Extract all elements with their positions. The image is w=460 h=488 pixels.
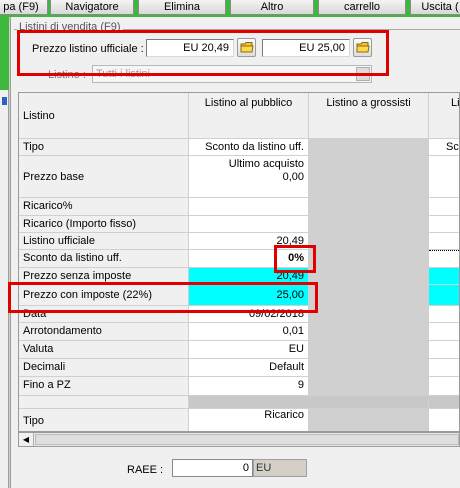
row-label-valuta: Valuta — [19, 341, 189, 359]
toolbar-button-altro[interactable]: Altro — [230, 0, 314, 15]
cell-col3[interactable] — [429, 377, 459, 396]
cell-grossisti[interactable] — [309, 341, 429, 359]
cell-grossisti[interactable] — [309, 268, 429, 285]
cell-grossisti[interactable] — [309, 216, 429, 233]
cell-grossisti[interactable] — [309, 359, 429, 377]
cell-col3[interactable] — [429, 359, 459, 377]
separator-row — [189, 396, 429, 409]
cell-grossisti[interactable] — [309, 306, 429, 323]
prezzo-base-value: 0,00 — [282, 171, 304, 183]
cell-grossisti[interactable] — [309, 285, 429, 306]
cell-grossisti[interactable] — [309, 233, 429, 250]
cell-tipo-2[interactable]: Ricarico — [189, 409, 309, 431]
cell-arrotondamento[interactable]: 0,01 — [189, 323, 309, 341]
toolbar-button-stampa[interactable]: pa (F9) — [0, 0, 48, 15]
cell-grossisti[interactable] — [309, 156, 429, 198]
toolbar-button-uscita[interactable]: Uscita ( — [410, 0, 460, 15]
row-label-arrotondamento: Arrotondamento — [19, 323, 189, 341]
cell-col3[interactable] — [429, 306, 459, 323]
cell-col3[interactable] — [429, 233, 459, 250]
cell-tipo-col3[interactable]: Scon — [429, 139, 459, 156]
cell-grossisti[interactable] — [309, 139, 429, 156]
left-panel-marker — [2, 97, 7, 105]
cell-col3[interactable] — [429, 216, 459, 233]
annotation-box-prezzo-con-imposte — [8, 282, 318, 313]
annotation-box-sconto — [274, 245, 316, 273]
cell-valuta[interactable]: EU — [189, 341, 309, 359]
cell-col3[interactable] — [429, 250, 459, 268]
cell-col3[interactable] — [429, 198, 459, 216]
row-label-fino-a-pz: Fino a PZ — [19, 377, 189, 396]
raee-field[interactable]: 0 — [172, 459, 253, 477]
cell-col3[interactable] — [429, 268, 459, 285]
row-label-sconto: Sconto da listino uff. — [19, 250, 189, 268]
row-label-tipo-2: Tipo — [19, 409, 189, 431]
grid-header-label: Listino — [19, 93, 189, 139]
prezzo-base-source: Ultimo acquisto — [228, 158, 304, 170]
separator-col3 — [429, 396, 459, 409]
scroll-left-arrow-icon[interactable]: ◀ — [19, 433, 34, 446]
toolbar-button-elimina[interactable]: Elimina — [138, 0, 226, 15]
row-label-prezzo-base: Prezzo base — [19, 156, 189, 198]
row-label-tipo: Tipo — [19, 139, 189, 156]
separator-label — [19, 396, 189, 409]
annotation-box-prezzo-listino — [17, 30, 389, 76]
cell-col3[interactable] — [429, 341, 459, 359]
toolbar-button-carrello[interactable]: carrello — [318, 0, 406, 15]
cell-prezzo-base[interactable]: Ultimo acquisto 0,00 — [189, 156, 309, 198]
cell-ricarico-fisso[interactable] — [189, 216, 309, 233]
row-label-decimali: Decimali — [19, 359, 189, 377]
price-list-grid: Listino Listino al pubblico Listino a gr… — [18, 92, 460, 432]
raee-label: RAEE : — [127, 464, 164, 476]
row-label-ricarico-fisso: Ricarico (Importo fisso) — [19, 216, 189, 233]
cell-grossisti[interactable] — [309, 250, 429, 268]
row-label-listino-ufficiale: Listino ufficiale — [19, 233, 189, 250]
cell-decimali[interactable]: Default — [189, 359, 309, 377]
row-label-ricarico-perc: Ricarico% — [19, 198, 189, 216]
cell-col3[interactable] — [429, 285, 459, 306]
cell-col3[interactable] — [429, 156, 459, 198]
cell-col3[interactable] — [429, 323, 459, 341]
cell-fino-a-pz[interactable]: 9 — [189, 377, 309, 396]
horizontal-scrollbar[interactable]: ◀ — [18, 432, 460, 447]
cell-col3[interactable] — [429, 409, 459, 431]
cell-tipo[interactable]: Sconto da listino uff. — [189, 139, 309, 156]
cell-grossisti[interactable] — [309, 198, 429, 216]
grid-header-col-3[interactable]: Li — [429, 93, 459, 139]
cell-grossisti[interactable] — [309, 377, 429, 396]
grid-header-col-grossisti[interactable]: Listino a grossisti — [309, 93, 429, 139]
top-toolbar: pa (F9) Navigatore Elimina Altro carrell… — [0, 0, 460, 17]
cell-ricarico-perc[interactable] — [189, 198, 309, 216]
cell-grossisti[interactable] — [309, 323, 429, 341]
toolbar-button-navigatore[interactable]: Navigatore — [50, 0, 134, 15]
grid-header-col-pubblico[interactable]: Listino al pubblico — [189, 93, 309, 139]
cell-grossisti[interactable] — [309, 409, 429, 431]
scrollbar-thumb[interactable] — [35, 434, 459, 445]
raee-unit: EU — [253, 459, 307, 477]
